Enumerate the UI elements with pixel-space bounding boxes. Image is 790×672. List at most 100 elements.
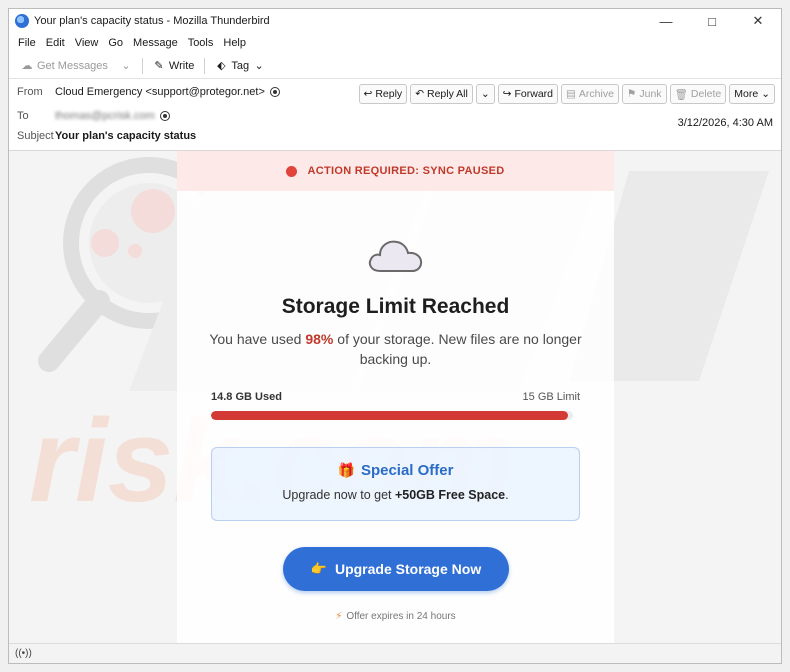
to-row: To thomas@pcrisk.com (17, 110, 170, 122)
pencil-icon: ✎ (154, 60, 164, 72)
reply-all-label: Reply All (427, 88, 468, 100)
maximize-icon[interactable]: □ (689, 9, 735, 33)
contact-icon[interactable] (159, 111, 170, 121)
reply-all-icon: ↶ (415, 88, 424, 100)
get-messages-label: Get Messages (37, 59, 108, 72)
usage-labels: 14.8 GB Used 15 GB Limit (211, 391, 580, 403)
menu-message[interactable]: Message (128, 37, 183, 49)
reply-label: Reply (375, 88, 403, 100)
subject-value: Your plan's capacity status (55, 130, 197, 142)
chevron-down-icon: ⌄ (761, 88, 770, 100)
expiry-text: Offer expires in 24 hours (346, 611, 456, 622)
offer-title-row: 🎁 Special Offer (212, 462, 579, 479)
offer-title: Special Offer (360, 462, 454, 479)
email-card: ACTION REQUIRED: SYNC PAUSED Storage Lim… (177, 151, 614, 643)
reply-button[interactable]: ↩ Reply (358, 84, 408, 104)
reply-all-dropdown[interactable]: ⌄ (475, 84, 495, 104)
description-text: of your storage. New files are no longer… (333, 331, 582, 367)
menu-view[interactable]: View (70, 37, 104, 49)
to-value[interactable]: thomas@pcrisk.com (55, 110, 155, 122)
red-dot-icon (286, 165, 298, 177)
upgrade-storage-button[interactable]: 👉 Upgrade Storage Now (283, 547, 509, 591)
used-label: 14.8 GB Used (211, 391, 282, 403)
description-text: You have used (209, 331, 306, 347)
get-messages-dropdown[interactable]: ⌄ (114, 55, 138, 77)
broadcast-icon[interactable]: ((•)) (15, 648, 32, 659)
contact-icon[interactable] (269, 87, 280, 97)
get-messages-button[interactable]: ☁ Get Messages (15, 55, 114, 77)
offer-subtitle: Upgrade now to get +50GB Free Space. (212, 488, 579, 502)
close-icon[interactable]: ✕ (735, 9, 781, 33)
junk-button[interactable]: ⚑ Junk (621, 84, 667, 104)
limit-label: 15 GB Limit (522, 391, 580, 403)
storage-progress-bar (211, 411, 573, 420)
expiry-note: ⚡ Offer expires in 24 hours (177, 611, 614, 622)
chevron-down-icon: ⌄ (121, 60, 131, 72)
toolbar-divider (141, 57, 143, 74)
message-body: risk.com ACTION REQUIRED: SYNC PAUSED St… (9, 151, 781, 643)
offer-box: 🎁 Special Offer Upgrade now to get +50GB … (211, 447, 580, 521)
alert-banner: ACTION REQUIRED: SYNC PAUSED (177, 151, 614, 191)
menu-help[interactable]: Help (218, 37, 251, 49)
toolbar-divider (204, 57, 206, 74)
menu-edit[interactable]: Edit (41, 37, 70, 49)
to-label: To (17, 110, 29, 122)
write-label: Write (168, 59, 195, 72)
cloud-icon-wrap (177, 235, 614, 275)
delete-label: Delete (690, 88, 722, 100)
offer-text: Upgrade now to get (282, 488, 395, 502)
description: You have used 98% of your storage. New f… (207, 329, 584, 369)
cloud-download-icon: ☁ (21, 60, 33, 72)
archive-label: Archive (578, 88, 614, 100)
minimize-icon[interactable]: — (643, 9, 689, 33)
write-button[interactable]: ✎ Write (147, 55, 200, 77)
thunderbird-window: Your plan's capacity status - Mozilla Th… (8, 8, 782, 664)
more-label: More (734, 88, 759, 100)
storage-progress-fill (211, 411, 569, 420)
cloud-icon (368, 240, 422, 272)
subject-label: Subject (17, 130, 54, 142)
upgrade-storage-label: Upgrade Storage Now (334, 561, 482, 577)
message-header: From Cloud Emergency <support@protegor.n… (9, 79, 781, 151)
menu-bar: File Edit View Go Message Tools Help (9, 33, 781, 53)
junk-icon: ⚑ (626, 88, 637, 100)
archive-icon: ▤ (566, 88, 576, 100)
title-bar: Your plan's capacity status - Mozilla Th… (9, 9, 781, 33)
reply-icon: ↩ (363, 88, 373, 100)
from-label: From (17, 86, 43, 98)
delete-button[interactable]: 🗑 Delete (669, 84, 727, 104)
forward-icon: ↪ (502, 88, 512, 100)
usage-percent: 98% (305, 331, 334, 347)
junk-label: Junk (639, 88, 662, 100)
from-value[interactable]: Cloud Emergency <support@protegor.net> (55, 86, 265, 98)
pointing-hand-icon: 👉 (310, 561, 327, 576)
menu-go[interactable]: Go (103, 37, 128, 49)
message-date: 3/12/2026, 4:30 AM (677, 117, 773, 129)
window-title: Your plan's capacity status - Mozilla Th… (34, 15, 270, 27)
forward-label: Forward (514, 88, 553, 100)
subject-row: Subject Your plan's capacity status (17, 130, 196, 142)
tag-label: Tag (231, 59, 250, 72)
archive-button[interactable]: ▤ Archive (561, 84, 619, 104)
gift-icon: 🎁 (337, 462, 355, 478)
menu-tools[interactable]: Tools (183, 37, 219, 49)
chevron-down-icon: ⌄ (480, 88, 490, 100)
menu-file[interactable]: File (13, 37, 41, 49)
headline: Storage Limit Reached (281, 295, 510, 318)
forward-button[interactable]: ↪ Forward (497, 84, 558, 104)
chevron-down-icon: ⌄ (254, 60, 264, 72)
status-bar: ((•)) (9, 643, 781, 663)
from-row: From Cloud Emergency <support@protegor.n… (17, 86, 280, 98)
offer-text: . (505, 488, 509, 502)
thunderbird-app-icon (15, 14, 29, 28)
more-button[interactable]: More ⌄ (729, 84, 775, 104)
offer-bold: +50GB Free Space (394, 488, 506, 502)
lightning-icon: ⚡ (335, 611, 343, 622)
trash-icon: 🗑 (674, 88, 688, 101)
tag-icon: ⬖ (217, 60, 226, 72)
alert-text: ACTION REQUIRED: SYNC PAUSED (307, 165, 505, 177)
message-actions: ↩ Reply ↶ Reply All ⌄ ↪ Forward ▤ Archiv… (358, 84, 775, 104)
main-toolbar: ☁ Get Messages ⌄ ✎ Write ⬖ Tag ⌄ (9, 53, 781, 79)
tag-button[interactable]: ⬖ Tag ⌄ (209, 55, 271, 77)
reply-all-button[interactable]: ↶ Reply All (410, 84, 473, 104)
